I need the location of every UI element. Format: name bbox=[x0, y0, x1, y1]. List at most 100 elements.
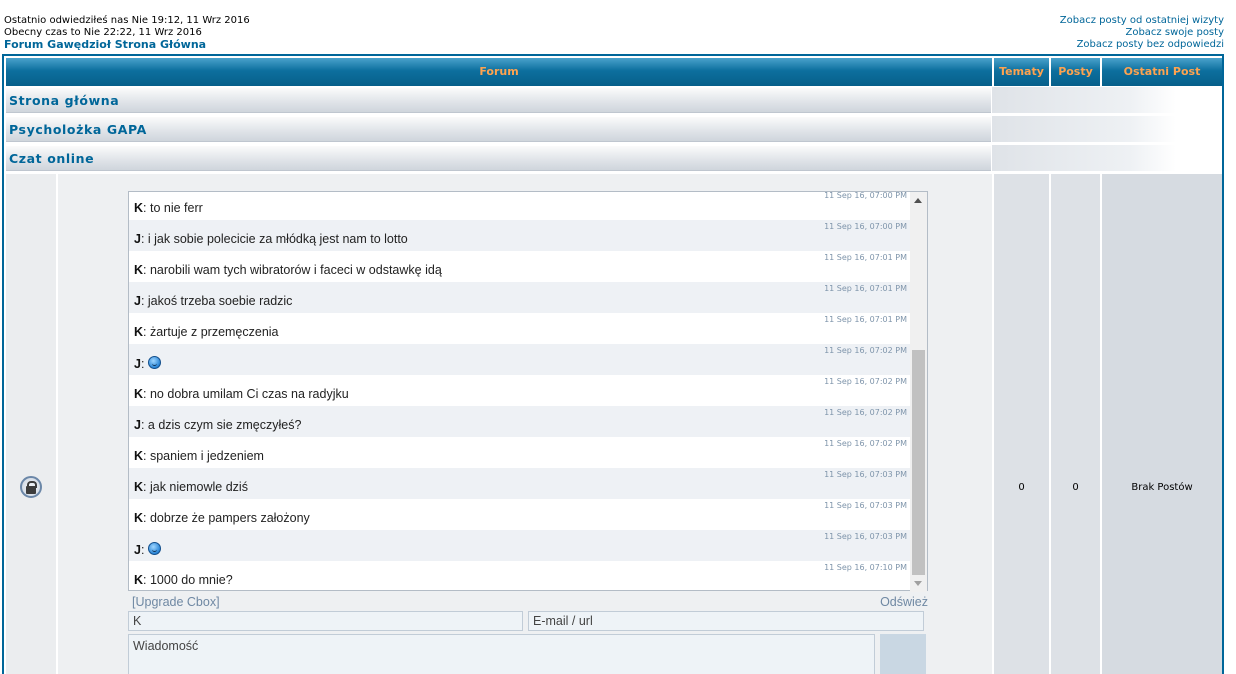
last-post-cell: Brak Postów bbox=[1102, 174, 1222, 674]
category-row[interactable]: Strona główna bbox=[6, 87, 991, 113]
table-header: Forum Tematy Posty Ostatni Post bbox=[6, 58, 1222, 86]
topics-count-cell: 0 bbox=[994, 174, 1050, 674]
scroll-down-icon[interactable] bbox=[914, 581, 922, 586]
category-title[interactable]: Strona główna bbox=[9, 93, 119, 108]
message-body: K: spaniem i jedzeniem bbox=[134, 449, 264, 463]
forum-index-link[interactable]: Forum Gawędzioł Strona Główna bbox=[4, 38, 206, 51]
message-author[interactable]: J bbox=[134, 418, 141, 432]
message-timestamp: 11 Sep 16, 07:00 PM bbox=[824, 222, 907, 231]
session-info: Ostatnio odwiedziłeś nas Nie 19:12, 11 W… bbox=[4, 15, 250, 52]
cbox-scrollbar[interactable] bbox=[910, 192, 927, 592]
message-author[interactable]: K bbox=[134, 511, 143, 525]
message-timestamp: 11 Sep 16, 07:02 PM bbox=[824, 408, 907, 417]
message-author[interactable]: J bbox=[134, 294, 141, 308]
chat-message: 11 Sep 16, 07:03 PM K: jak niemowle dziś bbox=[129, 468, 911, 499]
message-text: no dobra umilam Ci czas na radyjku bbox=[149, 387, 349, 401]
topics-count: 0 bbox=[1018, 482, 1025, 493]
message-timestamp: 11 Sep 16, 07:00 PM bbox=[824, 192, 907, 200]
category-row[interactable]: Psycholożka GAPA bbox=[6, 116, 991, 142]
chat-message: 11 Sep 16, 07:01 PM K: żartuje z przemęcz… bbox=[129, 313, 911, 344]
category-title[interactable]: Czat online bbox=[9, 151, 94, 166]
cbox-window: 11 Sep 16, 07:00 PM K: to nie ferr 11 Sep … bbox=[128, 191, 928, 592]
last-visit-text: Ostatnio odwiedziłeś nas Nie 19:12, 11 W… bbox=[4, 15, 250, 26]
chat-message: 11 Sep 16, 07:10 PM K: 1000 do mnie? bbox=[129, 561, 911, 592]
chat-message: 11 Sep 16, 07:02 PM J: a dzis czym sie zm… bbox=[129, 406, 911, 437]
message-timestamp: 11 Sep 16, 07:01 PM bbox=[824, 315, 907, 324]
message-body: K: narobili wam tych wibratorów i faceci… bbox=[134, 263, 442, 277]
last-post-text: Brak Postów bbox=[1131, 482, 1193, 493]
header-last-post: Ostatni Post bbox=[1102, 58, 1222, 86]
chat-message: 11 Sep 16, 07:02 PM K: no dobra umilam Ci… bbox=[129, 375, 911, 406]
forum-status-cell bbox=[6, 174, 57, 674]
header-topics: Tematy bbox=[994, 58, 1049, 86]
message-input[interactable]: Wiadomość bbox=[128, 634, 875, 674]
refresh-link[interactable]: Odśwież bbox=[880, 595, 928, 609]
category-side bbox=[992, 87, 1222, 113]
message-author[interactable]: K bbox=[134, 449, 143, 463]
cbox-messages: 11 Sep 16, 07:00 PM K: to nie ferr 11 Sep … bbox=[129, 192, 911, 592]
forum-table: Forum Tematy Posty Ostatni Post Strona g… bbox=[2, 54, 1224, 674]
chat-message: 11 Sep 16, 07:00 PM K: to nie ferr bbox=[129, 192, 911, 220]
message-text: i jak sobie polecicie za młódką jest nam… bbox=[147, 232, 408, 246]
message-author[interactable]: J bbox=[134, 232, 141, 246]
message-timestamp: 11 Sep 16, 07:02 PM bbox=[824, 377, 907, 386]
own-posts-link[interactable]: Zobacz swoje posty bbox=[1060, 27, 1224, 39]
message-author[interactable]: J bbox=[134, 543, 141, 557]
chat-message: 11 Sep 16, 07:00 PM J: i jak sobie poleci… bbox=[129, 220, 911, 251]
message-body: J: i jak sobie polecicie za młódką jest … bbox=[134, 232, 408, 246]
category-row[interactable]: Czat online bbox=[6, 145, 991, 171]
message-text: jakoś trzeba soebie radzic bbox=[147, 294, 293, 308]
message-body: K: no dobra umilam Ci czas na radyjku bbox=[134, 387, 349, 401]
message-timestamp: 11 Sep 16, 07:01 PM bbox=[824, 253, 907, 262]
chat-message: 11 Sep 16, 07:03 PM J: bbox=[129, 530, 911, 561]
message-body: K: dobrze że pampers założony bbox=[134, 511, 310, 525]
message-text: jak niemowle dziś bbox=[149, 480, 248, 494]
cbox-toolbar: [Upgrade Cbox] Odśwież bbox=[128, 595, 928, 611]
upgrade-cbox-link[interactable]: [Upgrade Cbox] bbox=[132, 595, 220, 609]
message-timestamp: 11 Sep 16, 07:10 PM bbox=[824, 563, 907, 572]
message-author[interactable]: K bbox=[134, 387, 143, 401]
chat-message: 11 Sep 16, 07:02 PM J: bbox=[129, 344, 911, 375]
message-body: J: jakoś trzeba soebie radzic bbox=[134, 294, 293, 308]
scroll-thumb[interactable] bbox=[912, 350, 925, 575]
name-input[interactable]: K bbox=[128, 611, 523, 631]
message-body: J: a dzis czym sie zmęczyłeś? bbox=[134, 418, 302, 432]
message-body: K: 1000 do mnie? bbox=[134, 573, 233, 587]
message-body: K: to nie ferr bbox=[134, 201, 203, 215]
message-timestamp: 11 Sep 16, 07:03 PM bbox=[824, 501, 907, 510]
message-body: J: bbox=[134, 542, 161, 557]
message-author[interactable]: K bbox=[134, 263, 143, 277]
chat-message: 11 Sep 16, 07:01 PM K: narobili wam tych … bbox=[129, 251, 911, 282]
message-author[interactable]: K bbox=[134, 480, 143, 494]
message-text: dobrze że pampers założony bbox=[149, 511, 310, 525]
message-text: żartuje z przemęczenia bbox=[149, 325, 279, 339]
category-title[interactable]: Psycholożka GAPA bbox=[9, 122, 147, 137]
forum-row: 11 Sep 16, 07:00 PM K: to nie ferr 11 Sep … bbox=[6, 174, 1222, 674]
message-text: a dzis czym sie zmęczyłeś? bbox=[147, 418, 302, 432]
chat-message: 11 Sep 16, 07:01 PM J: jakoś trzeba soebi… bbox=[129, 282, 911, 313]
unanswered-posts-link[interactable]: Zobacz posty bez odpowiedzi bbox=[1060, 39, 1224, 51]
send-button[interactable] bbox=[880, 634, 926, 674]
message-text: narobili wam tych wibratorów i faceci w … bbox=[149, 263, 442, 277]
message-timestamp: 11 Sep 16, 07:03 PM bbox=[824, 470, 907, 479]
message-timestamp: 11 Sep 16, 07:02 PM bbox=[824, 346, 907, 355]
scroll-up-icon[interactable] bbox=[914, 198, 922, 203]
email-url-input[interactable]: E-mail / url bbox=[528, 611, 924, 631]
message-author[interactable]: K bbox=[134, 201, 143, 215]
search-links: Zobacz posty od ostatniej wizyty Zobacz … bbox=[1060, 15, 1224, 51]
message-text: 1000 do mnie? bbox=[149, 573, 233, 587]
new-posts-link[interactable]: Zobacz posty od ostatniej wizyty bbox=[1060, 15, 1224, 27]
message-author[interactable]: K bbox=[134, 573, 143, 587]
message-body: K: żartuje z przemęczenia bbox=[134, 325, 279, 339]
message-author[interactable]: J bbox=[134, 357, 141, 371]
category-side bbox=[992, 145, 1222, 171]
message-author[interactable]: K bbox=[134, 325, 143, 339]
posts-count-cell: 0 bbox=[1051, 174, 1101, 674]
message-text: spaniem i jedzeniem bbox=[149, 449, 264, 463]
header-posts: Posty bbox=[1051, 58, 1100, 86]
smiley-icon bbox=[147, 542, 161, 555]
posts-count: 0 bbox=[1072, 482, 1079, 493]
message-body: K: jak niemowle dziś bbox=[134, 480, 248, 494]
header-forum: Forum bbox=[6, 58, 992, 86]
message-timestamp: 11 Sep 16, 07:03 PM bbox=[824, 532, 907, 541]
